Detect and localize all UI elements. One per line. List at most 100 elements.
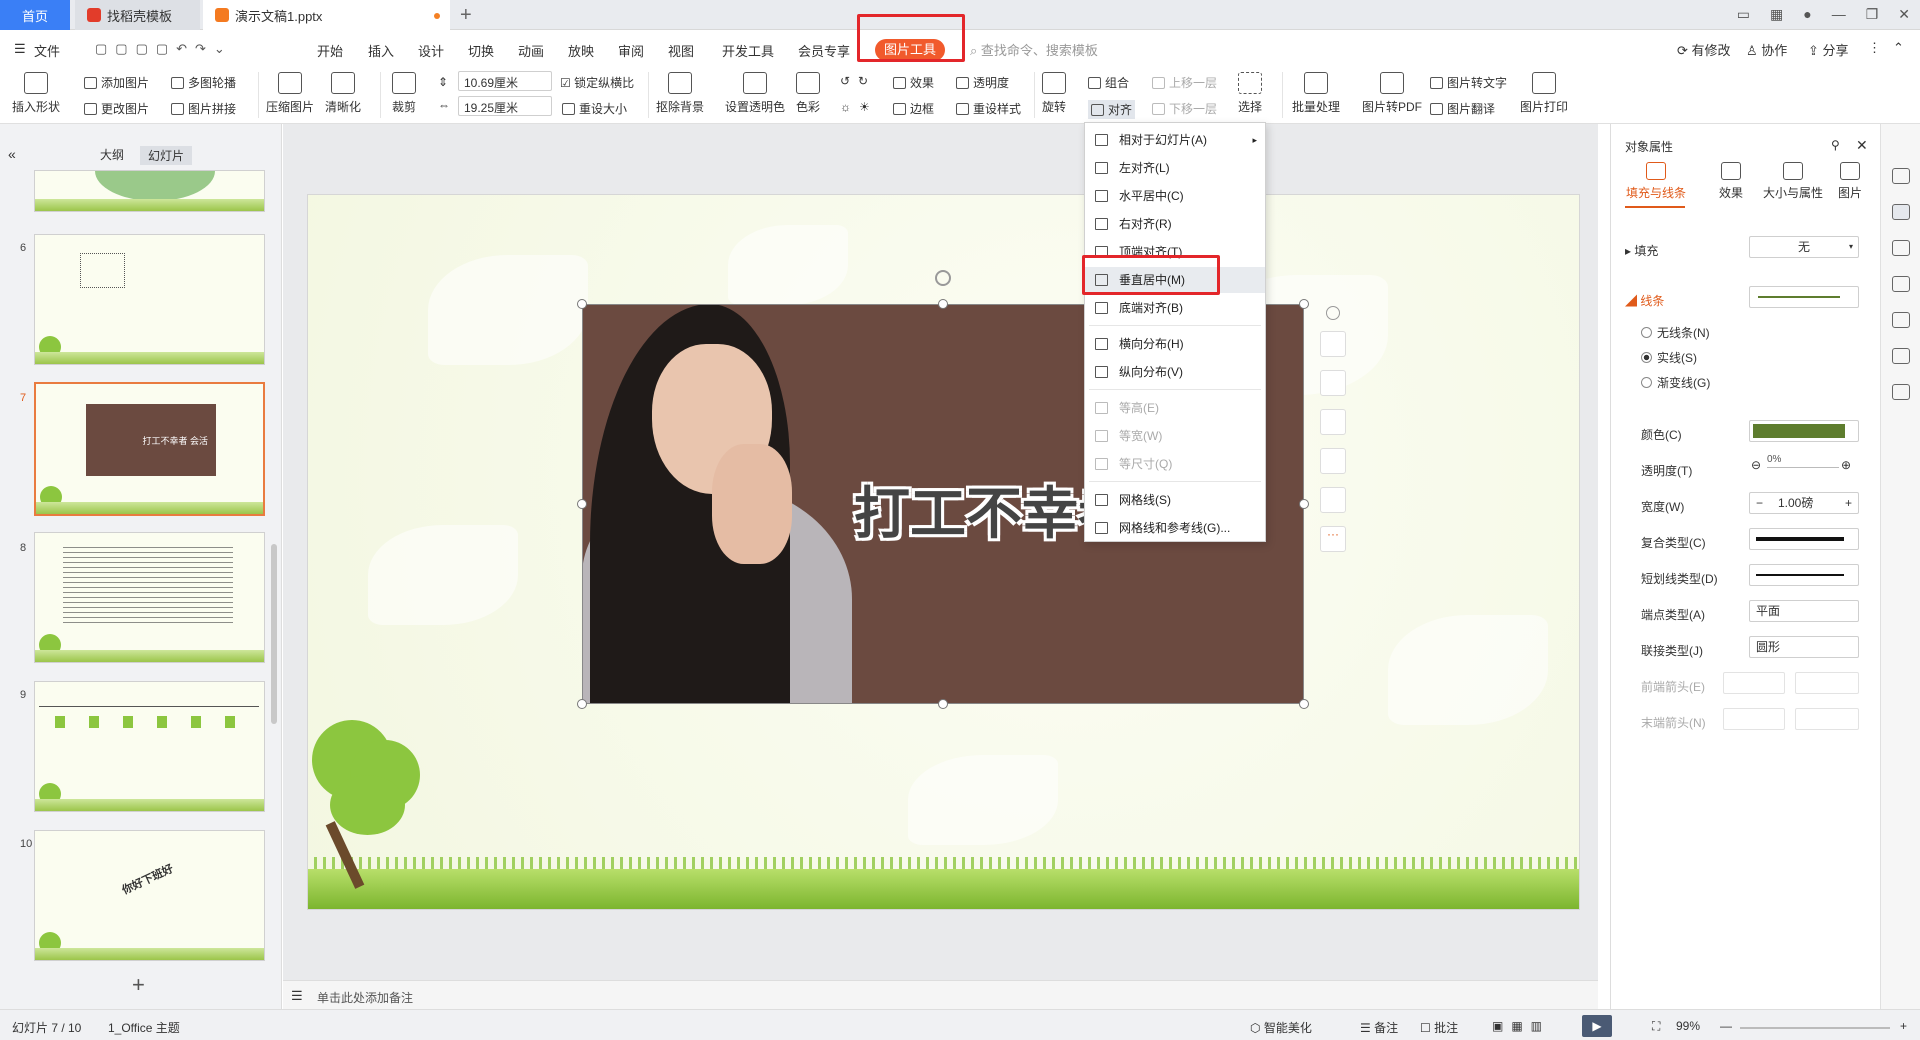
zoom-out-icon[interactable]: — xyxy=(1720,1019,1732,1033)
cap-select[interactable]: 平面 xyxy=(1749,600,1859,622)
book-icon[interactable] xyxy=(1892,384,1910,400)
multi-outline-button[interactable]: 多图轮播 xyxy=(171,74,236,91)
ai-icon[interactable] xyxy=(1892,168,1910,184)
radio-no-line[interactable]: 无线条(N) xyxy=(1641,324,1710,341)
tab-document[interactable]: 演示文稿1.pptx xyxy=(203,0,450,30)
picture-splice-button[interactable]: 图片拼接 xyxy=(171,100,236,117)
transparency-slider[interactable] xyxy=(1767,467,1839,468)
to-text-button[interactable]: 图片转文字 xyxy=(1430,74,1507,91)
collapse-panel-icon[interactable]: « xyxy=(8,146,16,162)
resize-handle-br[interactable] xyxy=(1299,699,1309,709)
align-button[interactable]: 对齐 xyxy=(1088,100,1136,119)
animation-icon[interactable] xyxy=(1892,312,1910,328)
transparency-plus-icon[interactable]: ⊕ xyxy=(1841,458,1851,472)
tab-slides[interactable]: 幻灯片 xyxy=(140,146,193,165)
location-icon[interactable] xyxy=(1892,348,1910,364)
thumbnail-scrollbar[interactable] xyxy=(271,544,277,724)
smart-beautify-button[interactable]: ⬡ 智能美化 xyxy=(1250,1019,1312,1036)
slide-thumb-9[interactable] xyxy=(34,681,265,812)
set-transparent-button[interactable]: 设置透明色 xyxy=(725,72,785,115)
height-input[interactable]: 19.25厘米 xyxy=(458,96,552,116)
resize-handle-bl[interactable] xyxy=(577,699,587,709)
slide-thumb-5[interactable] xyxy=(34,170,265,212)
resize-handle-b[interactable] xyxy=(938,699,948,709)
hamburger-icon[interactable]: ☰ xyxy=(14,41,26,57)
down-layer-button[interactable]: 下移一层 xyxy=(1152,100,1217,117)
menu-animation[interactable]: 动画 xyxy=(518,41,544,60)
notes-bar[interactable]: ☰ 单击此处添加备注 xyxy=(283,980,1598,1009)
menu-developer[interactable]: 开发工具 xyxy=(722,41,774,60)
translate-button[interactable]: 图片翻译 xyxy=(1430,100,1495,117)
resize-handle-tl[interactable] xyxy=(577,299,587,309)
menu-gridlines-guides[interactable]: 网格线和参考线(G)... xyxy=(1085,515,1265,541)
up-layer-button[interactable]: 上移一层 xyxy=(1152,74,1217,91)
cutout-button[interactable]: 抠除背景 xyxy=(656,72,704,115)
new-tab-button[interactable]: + xyxy=(460,4,472,27)
menu-insert[interactable]: 插入 xyxy=(368,41,394,60)
collapse-ribbon-icon[interactable]: ⌃ xyxy=(1893,40,1904,56)
pin-icon[interactable]: ⚲ xyxy=(1831,138,1840,152)
share-button[interactable]: ⇪ 分享 xyxy=(1808,40,1849,59)
slide-thumb-7[interactable]: 打工不幸者 会活 xyxy=(34,382,265,516)
compress-button[interactable]: 压缩图片 xyxy=(266,72,314,115)
quick-access-icons[interactable]: ▢▢▢▢↶↷⌄ xyxy=(95,41,233,57)
picture-edit-icon[interactable] xyxy=(1320,448,1346,474)
menu-transition[interactable]: 切换 xyxy=(468,41,494,60)
change-picture-button[interactable]: 更改图片 xyxy=(84,100,149,117)
menu-file[interactable]: 文件 xyxy=(34,41,60,60)
dash-select[interactable] xyxy=(1749,564,1859,586)
lock-ratio-checkbox[interactable]: ☑ 锁定纵横比 xyxy=(560,74,634,91)
transparency-button[interactable]: 透明度 xyxy=(956,74,1009,91)
menu-align-right[interactable]: 右对齐(R) xyxy=(1085,211,1265,237)
resize-handle-l[interactable] xyxy=(577,499,587,509)
menu-align-center[interactable]: 水平居中(C) xyxy=(1085,183,1265,209)
menu-start[interactable]: 开始 xyxy=(317,41,343,60)
crop-float-icon[interactable] xyxy=(1320,370,1346,396)
picture-search-icon[interactable] xyxy=(1320,487,1346,513)
insert-shape-button[interactable]: 插入形状 xyxy=(12,72,60,115)
tab-effect[interactable]: 效果 xyxy=(1711,162,1751,201)
select-button[interactable]: 选择 xyxy=(1238,72,1262,115)
play-button[interactable]: ▶ xyxy=(1582,1015,1612,1037)
zoom-picture-icon[interactable] xyxy=(1320,331,1346,357)
menu-distribute-h[interactable]: 横向分布(H) xyxy=(1085,331,1265,357)
magic-icon[interactable] xyxy=(1892,240,1910,256)
fill-select[interactable]: 无 ▾ xyxy=(1749,236,1859,258)
comment-button[interactable]: ☐ 批注 xyxy=(1420,1019,1458,1036)
transparency-minus-icon[interactable]: ⊖ xyxy=(1751,458,1761,472)
color-select[interactable] xyxy=(1749,420,1859,442)
reset-style-button[interactable]: 重设样式 xyxy=(956,100,1021,117)
modified-button[interactable]: ⟳ 有修改 xyxy=(1677,40,1731,59)
menu-review[interactable]: 审阅 xyxy=(618,41,644,60)
tab-size[interactable]: 大小与属性 xyxy=(1761,162,1825,201)
clarify-button[interactable]: 清晰化 xyxy=(325,72,361,115)
restore-icon[interactable]: ❐ xyxy=(1866,6,1879,23)
menu-relative-to-slide[interactable]: 相对于幻灯片(A) ▸ xyxy=(1085,127,1265,153)
color-button[interactable]: 色彩 xyxy=(796,72,820,115)
menu-design[interactable]: 设计 xyxy=(418,41,444,60)
border-button[interactable]: 边框 xyxy=(893,100,934,117)
rotate-handle[interactable] xyxy=(935,270,951,286)
idea-icon[interactable] xyxy=(1320,409,1346,435)
close-panel-icon[interactable]: ✕ xyxy=(1856,137,1868,154)
width-minus-icon[interactable]: − xyxy=(1756,493,1763,513)
zoom-slider[interactable] xyxy=(1740,1027,1890,1029)
radio-solid[interactable]: 实线(S) xyxy=(1641,349,1697,366)
notes-toggle-button[interactable]: ☰ 备注 xyxy=(1360,1019,1398,1036)
tab-fill-line[interactable]: 填充与线条 xyxy=(1625,162,1687,201)
compound-select[interactable] xyxy=(1749,528,1859,550)
copy-icon[interactable] xyxy=(1892,276,1910,292)
collab-button[interactable]: ♙ 协作 xyxy=(1746,40,1787,59)
more-icon[interactable]: ⋮ xyxy=(1868,40,1881,56)
resize-handle-tr[interactable] xyxy=(1299,299,1309,309)
layout-icon[interactable]: ▭ xyxy=(1737,6,1750,23)
properties-icon[interactable] xyxy=(1892,204,1910,220)
view-mode-icons[interactable]: ▣▦▥ xyxy=(1492,1019,1550,1033)
add-slide-button[interactable]: + xyxy=(132,972,145,998)
reset-size-button[interactable]: 重设大小 xyxy=(562,100,627,117)
print-button[interactable]: 图片打印 xyxy=(1520,72,1568,115)
tab-template[interactable]: 找稻壳模板 xyxy=(75,0,200,30)
close-icon[interactable]: ✕ xyxy=(1898,6,1910,23)
tab-outline[interactable]: 大纲 xyxy=(100,146,124,163)
fit-icon[interactable]: ⛶ xyxy=(1652,1019,1660,1034)
